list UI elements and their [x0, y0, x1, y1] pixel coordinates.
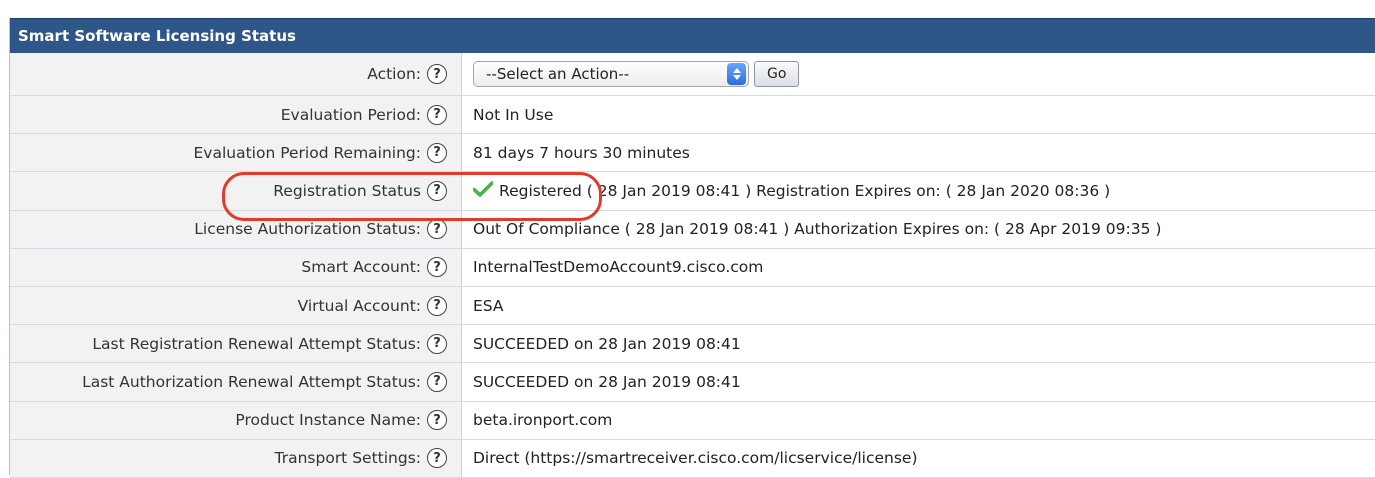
- table-row: Transport Settings: ? Direct (https://sm…: [10, 439, 1375, 478]
- help-icon[interactable]: ?: [427, 180, 447, 201]
- evaluation-period-value: Not In Use: [473, 105, 554, 124]
- help-icon[interactable]: ?: [427, 257, 447, 278]
- virtual-account-label: Virtual Account:: [297, 296, 421, 315]
- help-icon[interactable]: ?: [427, 448, 447, 469]
- product-instance-name-value: beta.ironport.com: [473, 411, 613, 430]
- registration-status-badge: Registered: [499, 181, 582, 200]
- action-select-value: --Select an Action--: [486, 65, 630, 83]
- last-registration-renewal-value: SUCCEEDED on 28 Jan 2019 08:41: [473, 334, 741, 353]
- table-row: Last Authorization Renewal Attempt Statu…: [10, 363, 1375, 402]
- transport-settings-label: Transport Settings:: [274, 449, 421, 468]
- smart-licensing-status-panel: Smart Software Licensing Status Action: …: [9, 18, 1375, 478]
- registration-status-label: Registration Status: [273, 181, 421, 200]
- evaluation-period-remaining-value: 81 days 7 hours 30 minutes: [473, 143, 690, 162]
- help-icon[interactable]: ?: [427, 410, 447, 431]
- evaluation-period-remaining-label: Evaluation Period Remaining:: [193, 143, 422, 162]
- panel-title: Smart Software Licensing Status: [10, 18, 1375, 53]
- license-authorization-status-value: Out Of Compliance ( 28 Jan 2019 08:41 ) …: [473, 220, 1162, 239]
- evaluation-period-label: Evaluation Period:: [280, 105, 421, 124]
- help-icon[interactable]: ?: [427, 333, 447, 354]
- virtual-account-value: ESA: [473, 296, 504, 315]
- up-down-arrows-icon: [727, 63, 746, 85]
- table-row: Registration Status ? Registered ( 28 Ja…: [10, 172, 1375, 211]
- action-value-cell: --Select an Action-- Go: [462, 53, 1375, 95]
- table-row: Smart Account: ? InternalTestDemoAccount…: [10, 248, 1375, 287]
- checkmark-icon: [472, 181, 494, 201]
- registration-status-detail: ( 28 Jan 2019 08:41 ) Registration Expir…: [581, 181, 1111, 200]
- last-authorization-renewal-value: SUCCEEDED on 28 Jan 2019 08:41: [473, 372, 741, 391]
- smart-account-label: Smart Account:: [301, 258, 421, 277]
- help-icon[interactable]: ?: [427, 64, 447, 84]
- action-row: Action: ? --Select an Action-- Go: [10, 53, 1375, 96]
- transport-settings-value: Direct (https://smartreceiver.cisco.com/…: [473, 449, 918, 468]
- registration-status-value-cell: Registered ( 28 Jan 2019 08:41 ) Registr…: [462, 172, 1375, 209]
- help-icon[interactable]: ?: [427, 104, 447, 125]
- action-label: Action:: [367, 65, 421, 83]
- table-row: Product Instance Name: ? beta.ironport.c…: [10, 401, 1375, 440]
- license-authorization-status-label: License Authorization Status:: [194, 220, 421, 239]
- last-authorization-renewal-label: Last Authorization Renewal Attempt Statu…: [82, 372, 421, 391]
- table-row: Virtual Account: ? ESA: [10, 286, 1375, 326]
- action-label-cell: Action: ?: [10, 53, 462, 95]
- help-icon[interactable]: ?: [427, 142, 447, 163]
- action-select[interactable]: --Select an Action--: [473, 61, 749, 87]
- help-icon[interactable]: ?: [427, 219, 447, 240]
- table-row: Evaluation Period: ? Not In Use: [10, 96, 1375, 135]
- table-row: License Authorization Status: ? Out Of C…: [10, 210, 1375, 249]
- smart-account-value: InternalTestDemoAccount9.cisco.com: [473, 258, 764, 277]
- table-row: Last Registration Renewal Attempt Status…: [10, 325, 1375, 364]
- go-button[interactable]: Go: [754, 61, 800, 87]
- table-row: Evaluation Period Remaining: ? 81 days 7…: [10, 134, 1375, 173]
- help-icon[interactable]: ?: [427, 371, 447, 392]
- last-registration-renewal-label: Last Registration Renewal Attempt Status…: [92, 334, 421, 353]
- help-icon[interactable]: ?: [427, 295, 447, 316]
- product-instance-name-label: Product Instance Name:: [235, 411, 421, 430]
